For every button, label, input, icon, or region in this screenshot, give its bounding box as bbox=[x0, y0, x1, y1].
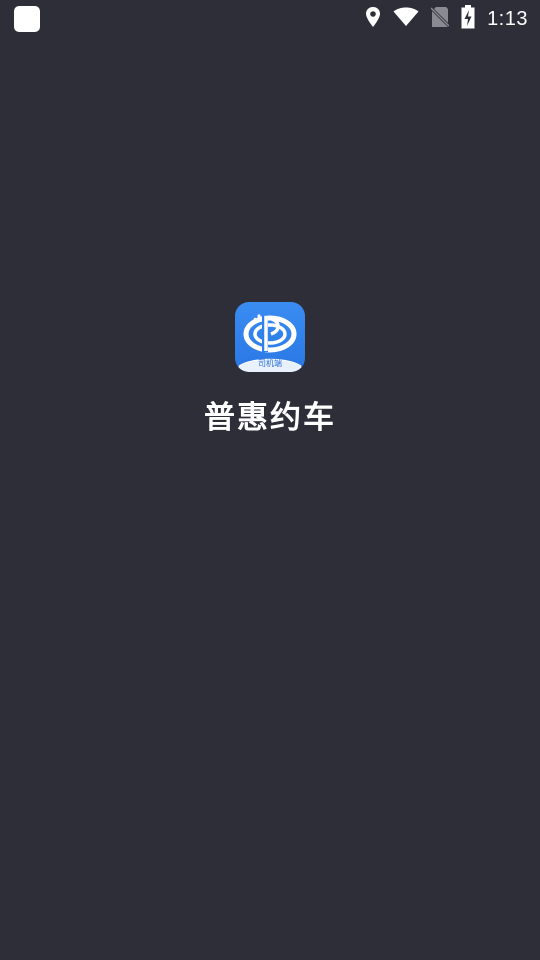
location-icon bbox=[365, 6, 381, 32]
status-time: 1:13 bbox=[487, 7, 528, 30]
no-sim-icon bbox=[430, 6, 451, 32]
status-bar: 1:13 bbox=[0, 0, 540, 38]
icon-caption: 司机端 bbox=[258, 359, 282, 368]
notification-icon bbox=[14, 6, 40, 32]
wifi-icon bbox=[393, 7, 419, 31]
battery-charging-icon bbox=[461, 5, 475, 33]
status-left bbox=[14, 6, 40, 32]
app-logo-icon: 司机端 bbox=[235, 302, 305, 372]
splash-content: 司机端 普惠约车 bbox=[0, 302, 540, 437]
status-right: 1:13 bbox=[365, 5, 528, 33]
splash-screen: 1:13 司机端 普惠约车 bbox=[0, 0, 540, 960]
app-name: 普惠约车 bbox=[204, 400, 336, 436]
